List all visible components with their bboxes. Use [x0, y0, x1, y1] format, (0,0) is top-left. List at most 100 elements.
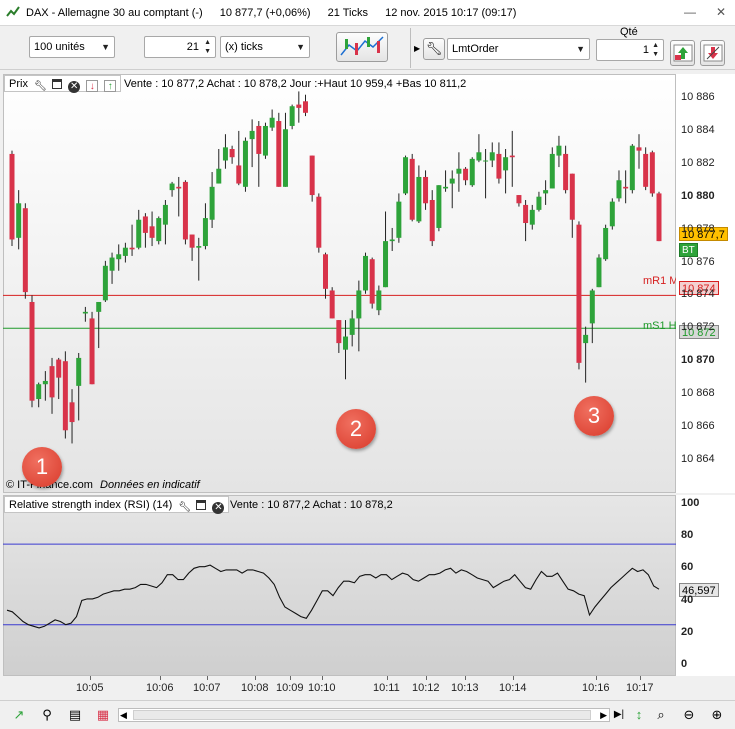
- candle-body: [556, 145, 562, 156]
- candle-body: [142, 216, 148, 233]
- candle-body: [523, 204, 529, 224]
- candle-body: [242, 140, 248, 187]
- move-down-icon[interactable]: ↓: [86, 80, 99, 92]
- candle-body: [509, 155, 515, 158]
- close-circle-icon[interactable]: ✕: [68, 81, 81, 93]
- candle-body: [169, 183, 175, 191]
- price-axis-label: 10 880: [681, 189, 715, 202]
- candle-body: [576, 224, 582, 363]
- title-quote: 10 877,7 (+0,06%): [219, 7, 311, 19]
- candle-body: [463, 168, 469, 181]
- candle-body: [56, 359, 62, 378]
- auto-scale-icon[interactable]: ↕: [630, 706, 648, 724]
- wrench-icon[interactable]: 🔧︎: [178, 502, 191, 514]
- scroll-right-icon[interactable]: ▶: [600, 709, 607, 721]
- candle-body: [329, 290, 335, 319]
- mr1-line-label: mR1 M: [643, 275, 679, 287]
- minimize-icon[interactable]: —: [682, 5, 698, 19]
- move-up-icon[interactable]: ↑: [104, 80, 117, 92]
- zoom-fit-icon[interactable]: ⌕: [652, 706, 670, 724]
- candle-body: [196, 246, 202, 248]
- candle-body: [309, 155, 315, 196]
- candle-body: [182, 181, 188, 240]
- buy-order-button[interactable]: [670, 40, 695, 66]
- window-icon[interactable]: [52, 79, 63, 89]
- order-settings-button[interactable]: 🔧︎: [423, 38, 445, 60]
- indicators-icon[interactable]: ▦: [94, 706, 112, 724]
- candle-body: [563, 153, 569, 191]
- time-axis-label: 10:07: [193, 682, 221, 694]
- candle-body: [416, 176, 422, 222]
- price-axis-label: 10 878: [681, 222, 715, 235]
- candle-body: [596, 257, 602, 288]
- candle-body: [443, 186, 449, 189]
- price-info: Vente : 10 877,2 Achat : 10 878,2 Jour :…: [124, 78, 467, 90]
- time-scrollbar[interactable]: ◀ ▶: [118, 708, 610, 722]
- rsi-chart[interactable]: [3, 495, 676, 676]
- price-axis-label: 10 866: [681, 420, 715, 432]
- scroll-left-icon[interactable]: ◀: [120, 709, 127, 721]
- zoom-in-icon[interactable]: ⊕: [708, 706, 726, 724]
- scroll-end-icon[interactable]: ▶|: [610, 706, 628, 724]
- new-chart-icon[interactable]: ↗: [10, 706, 28, 724]
- stepper-icon[interactable]: ▲ ▼: [652, 41, 659, 59]
- time-axis-label: 10:10: [308, 682, 336, 694]
- rsi-axis-label: 20: [681, 625, 694, 638]
- time-axis-label: 10:08: [241, 682, 269, 694]
- sell-order-button[interactable]: [700, 40, 725, 66]
- time-axis-label: 10:13: [451, 682, 479, 694]
- expand-arrow-icon[interactable]: ▶: [414, 44, 420, 53]
- candle-body: [249, 130, 255, 140]
- marker-2: 2: [336, 409, 376, 449]
- candlestick-chart-icon: [340, 36, 384, 56]
- candle-body: [389, 239, 395, 242]
- candle-body: [349, 318, 355, 335]
- rsi-axis-label: 40: [681, 593, 694, 606]
- time-axis-label: 10:16: [582, 682, 610, 694]
- chart-style-button[interactable]: [336, 32, 388, 62]
- title-ticks: 21 Ticks: [327, 7, 369, 19]
- qty-value: 1: [642, 44, 649, 56]
- close-icon[interactable]: ✕: [713, 5, 729, 19]
- buy-arrow-icon: [673, 44, 693, 62]
- candle-body: [202, 218, 208, 247]
- candle-body: [356, 290, 362, 319]
- candle-body: [36, 384, 42, 400]
- candle-body: [76, 357, 82, 386]
- order-toolbar: 100 unités ▼ 21 ▲ ▼ (x) ticks ▼ ▶ 🔧︎ LmtO…: [0, 26, 735, 70]
- ticks-unit-select[interactable]: (x) ticks ▼: [220, 36, 310, 58]
- candle-body: [343, 336, 349, 350]
- candle-body: [503, 157, 509, 171]
- candle-body: [496, 153, 502, 179]
- price-axis-label: 10 870: [681, 354, 715, 367]
- candle-body: [536, 196, 542, 210]
- candle-body: [483, 160, 489, 162]
- watermark-note: Données en indicatif: [100, 479, 200, 491]
- ticks-stepper[interactable]: 21 ▲ ▼: [144, 36, 216, 58]
- candle-body: [456, 168, 462, 174]
- title-instrument: DAX - Allemagne 30 au comptant (-): [26, 7, 203, 19]
- candle-body: [376, 290, 382, 311]
- candle-body: [549, 153, 555, 189]
- link-icon[interactable]: ⚲: [38, 706, 56, 724]
- candle-body: [9, 153, 15, 240]
- qty-stepper[interactable]: 1 ▲ ▼: [596, 39, 664, 61]
- candle-body: [149, 226, 155, 238]
- stepper-icon[interactable]: ▲ ▼: [204, 38, 211, 56]
- wrench-icon: 🔧︎: [425, 41, 443, 56]
- candle-body: [569, 173, 575, 220]
- order-type-select[interactable]: LmtOrder ▼: [447, 38, 590, 60]
- window-icon[interactable]: [196, 500, 207, 510]
- wrench-icon[interactable]: 🔧︎: [34, 81, 47, 93]
- candle-body: [409, 158, 415, 220]
- time-axis-tick: [640, 676, 641, 680]
- candle-body: [282, 129, 288, 187]
- scrollbar-thumb[interactable]: [133, 710, 591, 720]
- time-axis-tick: [596, 676, 597, 680]
- candle-body: [189, 234, 195, 248]
- rsi-axis-label: 60: [681, 561, 694, 574]
- zoom-out-icon[interactable]: ⊖: [680, 706, 698, 724]
- units-select[interactable]: 100 unités ▼: [29, 36, 115, 58]
- close-circle-icon[interactable]: ✕: [212, 502, 225, 514]
- list-icon[interactable]: ▤: [66, 706, 84, 724]
